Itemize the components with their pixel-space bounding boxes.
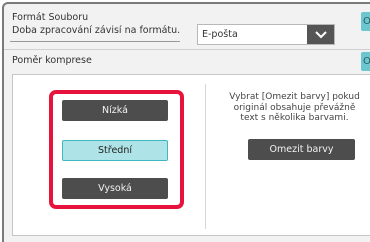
chevron-down-icon[interactable] (307, 25, 334, 44)
header-underline (10, 41, 180, 42)
ok-button-secondary[interactable]: OK (361, 52, 370, 71)
ok-button[interactable]: OK (361, 12, 370, 31)
divider (4, 49, 370, 50)
option-low-button[interactable]: Nízká (62, 100, 168, 121)
description-line: Vybrat [Omezit barvy] pokud (229, 92, 360, 102)
screen: Formát Souboru Doba zpracování závisí na… (2, 2, 370, 242)
option-high-button[interactable]: Vysoká (62, 178, 168, 199)
format-subtitle: Doba zpracování závisí na formátu. (12, 25, 181, 36)
format-select-value: E-pošta (202, 29, 238, 40)
option-medium-button[interactable]: Střední (62, 140, 168, 161)
section-label: Poměr komprese (12, 55, 92, 66)
panel-divider (205, 84, 206, 229)
reduce-colors-button[interactable]: Omezit barvy (248, 139, 355, 160)
description-line: text s několika barvami. (240, 113, 349, 123)
description-line: originál obsahuje převážně (233, 102, 356, 113)
format-select[interactable]: E-pošta (197, 24, 335, 45)
format-title: Formát Souboru (12, 12, 89, 23)
reduce-colors-description: Vybrat [Omezit barvy] pokud originál obs… (222, 92, 367, 124)
